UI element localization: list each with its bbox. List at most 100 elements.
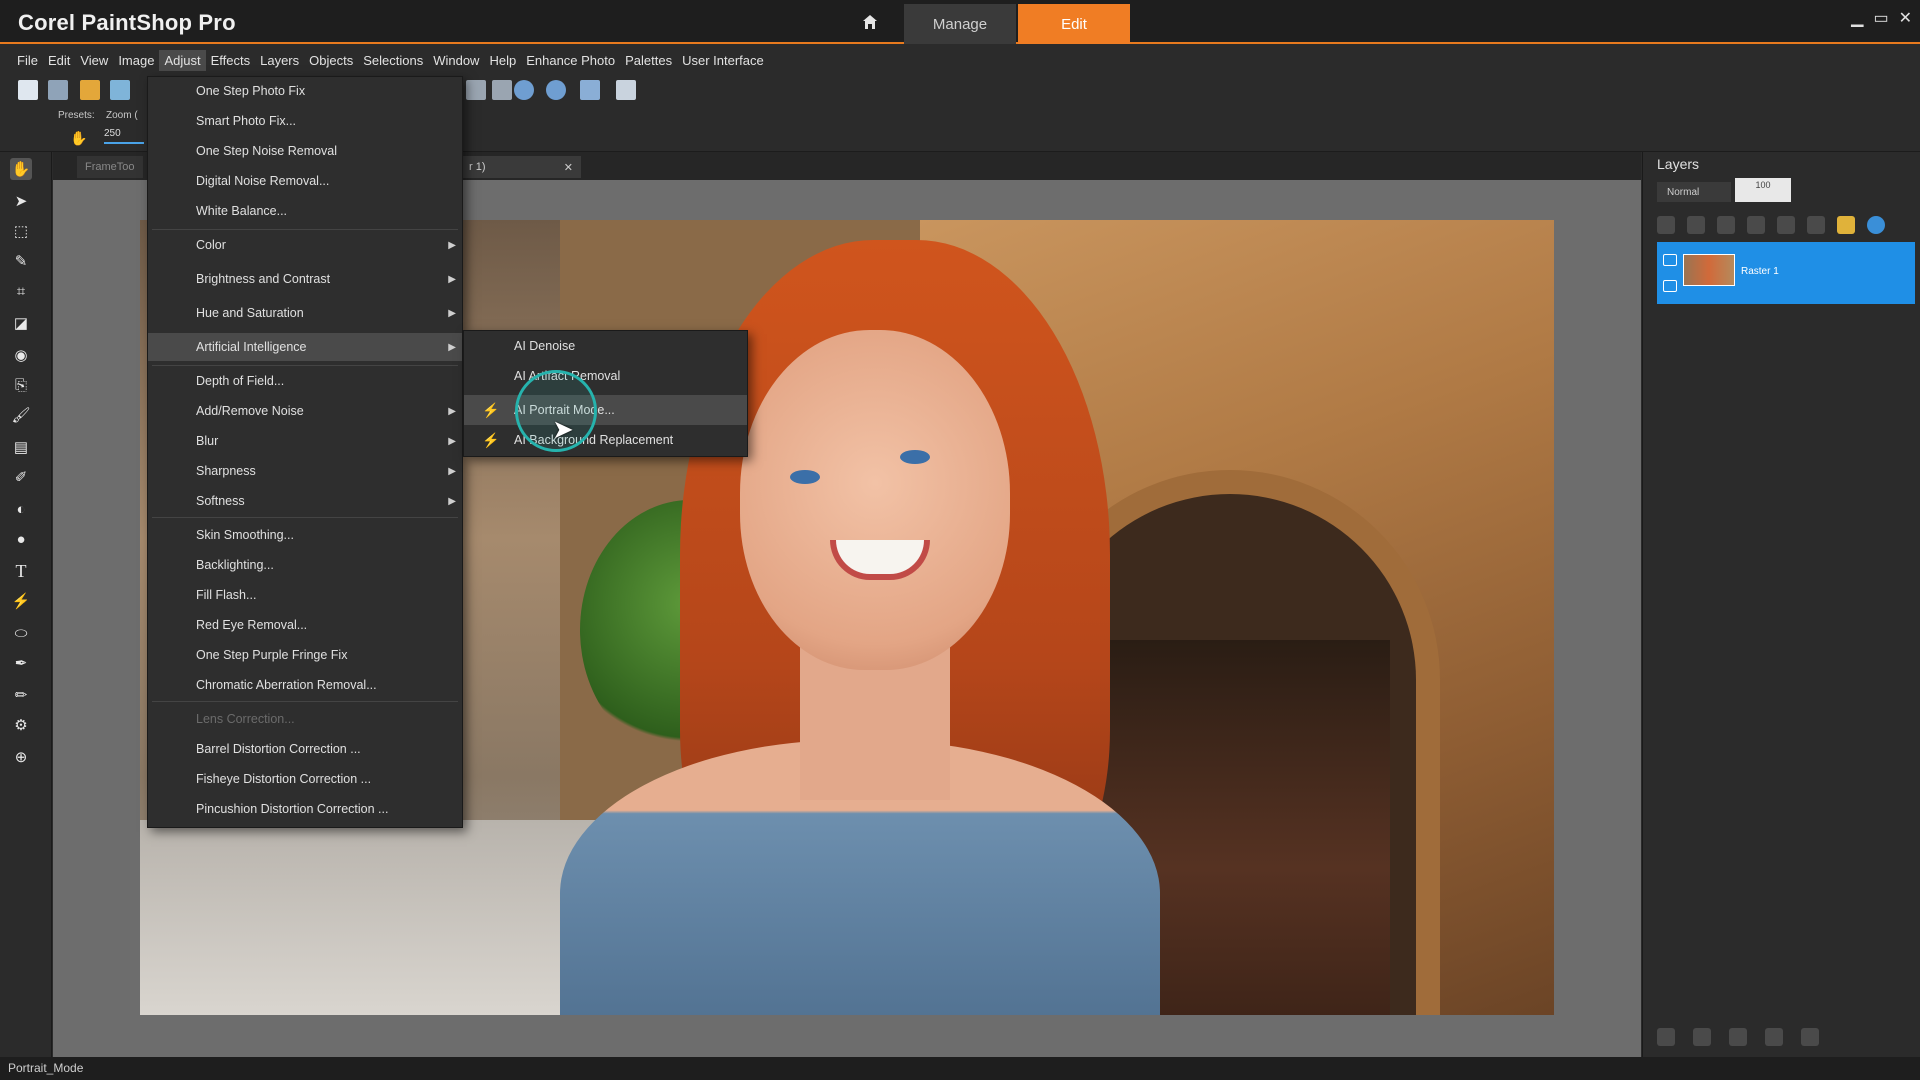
dropper-icon[interactable]: ✎	[10, 250, 32, 272]
menu-palettes[interactable]: Palettes	[620, 50, 677, 71]
crop-tool-icon[interactable]: ⌗	[10, 280, 32, 302]
menu-item-smart-photo-fix[interactable]: Smart Photo Fix...	[148, 107, 462, 135]
menu-item-ai-denoise[interactable]: AI Denoise	[464, 331, 747, 361]
new-raster-layer-icon[interactable]	[1657, 1028, 1675, 1046]
selection-tool-icon[interactable]: ⬚	[10, 220, 32, 242]
brush-icon[interactable]	[1693, 1028, 1711, 1046]
scanner-icon[interactable]	[110, 80, 130, 100]
doc-tab-raster[interactable]: r 1) ✕	[461, 156, 581, 178]
fill-tool-icon[interactable]: ◐	[10, 498, 32, 520]
group-icon[interactable]	[1777, 216, 1795, 234]
new-layer-icon[interactable]	[1657, 216, 1675, 234]
blend-mode-select[interactable]: Normal	[1657, 182, 1731, 202]
menu-objects[interactable]: Objects	[304, 50, 358, 71]
new-file-icon[interactable]	[18, 80, 38, 100]
close-icon[interactable]: ✕	[1899, 8, 1912, 28]
straighten-tool-icon[interactable]: ◪	[10, 312, 32, 334]
opacity-input[interactable]: 100	[1735, 178, 1791, 202]
add-tool-icon[interactable]: ⊕	[10, 746, 32, 768]
menu-item-hue-saturation[interactable]: Hue and Saturation ▶	[148, 299, 462, 327]
menu-item-digital-noise-removal[interactable]: Digital Noise Removal...	[148, 167, 462, 195]
mask-visibility-icon[interactable]	[1729, 1028, 1747, 1046]
lock-icon[interactable]	[1837, 216, 1855, 234]
menu-item-brightness-contrast[interactable]: Brightness and Contrast ▶	[148, 265, 462, 293]
actual-size-icon[interactable]	[580, 80, 600, 100]
menu-selections[interactable]: Selections	[358, 50, 428, 71]
pan-icon[interactable]: ✋	[70, 130, 87, 147]
visibility-icon[interactable]	[1663, 254, 1677, 266]
doc-tab-frametool[interactable]: FrameToo	[77, 156, 143, 178]
mask-icon[interactable]	[1717, 216, 1735, 234]
copy-icon[interactable]	[616, 80, 636, 100]
home-icon[interactable]	[850, 4, 890, 40]
open-folder-icon[interactable]	[80, 80, 100, 100]
delete-layer-icon[interactable]	[1801, 1028, 1819, 1046]
menu-file[interactable]: File	[12, 50, 43, 71]
zoom-input[interactable]: 250	[104, 128, 144, 144]
doc-tab-close-icon[interactable]: ✕	[564, 161, 573, 174]
paint-brush-icon[interactable]: 🖌	[10, 404, 32, 426]
layer-styles-icon[interactable]	[1867, 216, 1885, 234]
menu-user-interface[interactable]: User Interface	[677, 50, 769, 71]
clone-tool-icon[interactable]: ⎘	[10, 374, 32, 396]
menu-enhance-photo[interactable]: Enhance Photo	[521, 50, 620, 71]
menu-image[interactable]: Image	[113, 50, 159, 71]
adjustment-layer-icon[interactable]	[1747, 216, 1765, 234]
menu-item-ai-artifact-removal[interactable]: AI Artifact Removal	[464, 361, 747, 391]
zoom-out-icon[interactable]	[514, 80, 534, 100]
menu-adjust[interactable]: Adjust	[159, 49, 206, 71]
menu-edit[interactable]: Edit	[43, 50, 75, 71]
menu-view[interactable]: View	[75, 50, 113, 71]
tab-edit[interactable]: Edit	[1018, 4, 1130, 44]
menu-item-backlighting[interactable]: Backlighting...	[148, 551, 462, 579]
tab-manage[interactable]: Manage	[904, 4, 1016, 44]
menu-item-ai-background-replacement[interactable]: ⚡ AI Background Replacement	[464, 425, 747, 455]
gradient-tool-icon[interactable]: ▤	[10, 436, 32, 458]
layer-row-raster-1[interactable]: Raster 1	[1657, 242, 1915, 304]
ai-tool-icon[interactable]: ⚡	[10, 590, 32, 612]
warp-brush-icon[interactable]: ⚙	[10, 714, 32, 736]
menu-layers[interactable]: Layers	[255, 50, 304, 71]
red-eye-tool-icon[interactable]: ◉	[10, 344, 32, 366]
menu-item-fisheye-distortion[interactable]: Fisheye Distortion Correction ...	[148, 765, 462, 793]
link-icon[interactable]	[1807, 216, 1825, 234]
zoom-in-icon[interactable]	[546, 80, 566, 100]
menu-effects[interactable]: Effects	[206, 50, 256, 71]
pick-tool-icon[interactable]: ➤	[10, 190, 32, 212]
menu-item-blur[interactable]: Blur ▶	[148, 427, 462, 455]
menu-item-red-eye-removal[interactable]: Red Eye Removal...	[148, 611, 462, 639]
menu-item-artificial-intelligence[interactable]: Artificial Intelligence ▶	[148, 333, 462, 361]
merge-icon[interactable]	[1765, 1028, 1783, 1046]
shape-tool-icon[interactable]: ⬭	[10, 622, 32, 644]
menu-item-color[interactable]: Color ▶	[148, 231, 462, 259]
menu-item-one-step-noise-removal[interactable]: One Step Noise Removal	[148, 137, 462, 165]
menu-item-purple-fringe-fix[interactable]: One Step Purple Fringe Fix	[148, 641, 462, 669]
menu-item-sharpness[interactable]: Sharpness ▶	[148, 457, 462, 485]
fit-icon[interactable]	[466, 80, 486, 100]
menu-item-one-step-photo-fix[interactable]: One Step Photo Fix	[148, 77, 462, 105]
menu-help[interactable]: Help	[484, 50, 521, 71]
grid-icon[interactable]	[48, 80, 68, 100]
pan-tool-icon[interactable]: ✋	[10, 158, 32, 180]
menu-item-fill-flash[interactable]: Fill Flash...	[148, 581, 462, 609]
menu-item-skin-smoothing[interactable]: Skin Smoothing...	[148, 521, 462, 549]
menu-item-depth-of-field[interactable]: Depth of Field...	[148, 367, 462, 395]
fullscreen-icon[interactable]	[492, 80, 512, 100]
layer-lock-icon[interactable]	[1663, 280, 1677, 292]
maximize-icon[interactable]: ▭	[1873, 8, 1888, 28]
menu-item-barrel-distortion[interactable]: Barrel Distortion Correction ...	[148, 735, 462, 763]
minimize-icon[interactable]: ▁	[1851, 8, 1863, 28]
pen-tool-icon[interactable]: ✒	[10, 652, 32, 674]
menu-item-add-remove-noise[interactable]: Add/Remove Noise ▶	[148, 397, 462, 425]
menu-window[interactable]: Window	[428, 50, 484, 71]
text-tool-icon[interactable]: T	[10, 560, 32, 582]
eraser-icon[interactable]: ✐	[10, 466, 32, 488]
menu-item-softness[interactable]: Softness ▶	[148, 487, 462, 515]
menu-item-pincushion-distortion[interactable]: Pincushion Distortion Correction ...	[148, 795, 462, 823]
menu-item-chromatic-aberration[interactable]: Chromatic Aberration Removal...	[148, 671, 462, 699]
brush-variance-icon[interactable]: ✏	[10, 684, 32, 706]
new-vector-layer-icon[interactable]	[1687, 216, 1705, 234]
color-changer-icon[interactable]: ●	[10, 528, 32, 550]
menu-item-ai-portrait-mode[interactable]: ⚡ AI Portrait Mode...	[464, 395, 747, 425]
menu-item-white-balance[interactable]: White Balance...	[148, 197, 462, 225]
